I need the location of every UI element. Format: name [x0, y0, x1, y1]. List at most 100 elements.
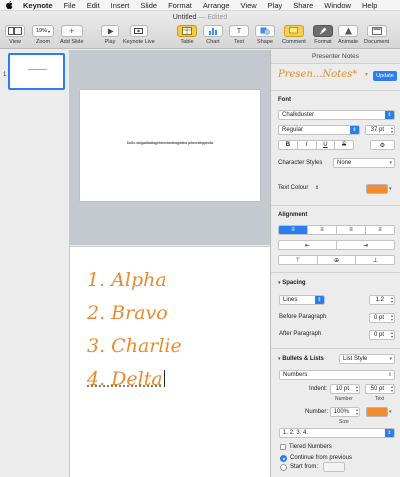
format-button[interactable]: Format [313, 25, 333, 45]
typeface-select[interactable]: Regular ⇕ [278, 125, 360, 135]
before-paragraph-field[interactable]: 0 pt ▴ ▾ [369, 313, 395, 323]
view-button[interactable]: View [5, 25, 25, 45]
font-size-field[interactable]: 37 pt ▴ ▾ [365, 125, 395, 135]
spacing-section[interactable]: ▾ Spacing [278, 280, 306, 286]
table-button[interactable]: Table [177, 25, 197, 45]
update-button[interactable]: Update [373, 71, 397, 81]
menu-slide[interactable]: Slide [140, 1, 157, 10]
list-style-select[interactable]: List Style ▾ [339, 354, 395, 364]
add-slide-button[interactable]: + Add Slide [60, 25, 84, 45]
menu-app-name[interactable]: Keynote [23, 1, 53, 10]
notes-item-selected[interactable]: 4. Delta [87, 366, 182, 399]
menu-edit[interactable]: Edit [87, 1, 100, 10]
menu-arrange[interactable]: Arrange [203, 1, 230, 10]
divider [271, 205, 400, 206]
character-styles-select[interactable]: None ▾ [333, 158, 395, 168]
paragraph-style-name[interactable]: Presen...Notes* [278, 69, 357, 80]
menu-share[interactable]: Share [293, 1, 313, 10]
notes-item[interactable]: 2. Bravo [87, 300, 182, 333]
bullet-type-value: Numbers [283, 372, 308, 378]
spacing-mode-value: Lines [283, 297, 298, 303]
before-paragraph-label: Before Paragraph [279, 314, 327, 320]
align-bottom-icon[interactable]: ⊥ [356, 256, 394, 264]
play-button[interactable]: Play [101, 25, 119, 45]
spacing-mode-select[interactable]: Lines ⇕ [279, 295, 325, 305]
menu-view[interactable]: View [241, 1, 257, 10]
document-title: Untitled [172, 14, 197, 21]
comment-button[interactable]: Comment [282, 25, 306, 45]
bullets-section[interactable]: ▾ Bullets & Lists [278, 356, 324, 362]
slide[interactable]: Dollo dolgadladlaghldemlasthagdaha pllov… [80, 90, 260, 201]
text-button[interactable]: T Text [229, 25, 249, 45]
keynote-live-button[interactable]: Keynote Live [123, 25, 155, 45]
underline-button[interactable]: U [317, 141, 336, 149]
increase-indent-icon[interactable]: ⇥ [337, 241, 394, 249]
zoom-control[interactable]: 19% ▾ Zoom [32, 25, 54, 45]
chevron-down-icon[interactable]: ▾ [389, 407, 395, 417]
chevron-down-icon[interactable]: ▾ [389, 184, 395, 194]
vertical-alignment-segment: ⊤ ⊕ ⊥ [278, 255, 395, 265]
font-section-label: Font [278, 97, 291, 103]
chevron-updown-icon: ⇕ [387, 372, 392, 378]
menu-help[interactable]: Help [362, 1, 377, 10]
menu-format[interactable]: Format [168, 1, 192, 10]
number-format-select[interactable]: 1. 2. 3. 4. ⇕ [279, 428, 395, 438]
chevron-updown-icon: ⇕ [385, 111, 394, 119]
stepper-icon[interactable]: ▴ ▾ [391, 385, 393, 393]
align-center-icon[interactable]: ≡ [308, 226, 337, 234]
text-indent-field[interactable]: 50 pt ▴ ▾ [365, 384, 395, 394]
stepper-icon[interactable]: ▴ ▾ [391, 331, 393, 339]
stepper-icon[interactable]: ▴ ▾ [391, 296, 393, 304]
apple-icon[interactable] [6, 1, 14, 9]
align-right-icon[interactable]: ≡ [337, 226, 366, 234]
chevron-down-icon[interactable]: ▾ [365, 71, 368, 78]
tiered-numbers-checkbox[interactable] [280, 444, 286, 450]
font-size-value: 37 pt [370, 127, 384, 133]
stepper-icon[interactable]: ▴ ▾ [356, 385, 358, 393]
presenter-notes[interactable]: 1. Alpha 2. Bravo 3. Charlie 4. Delta [70, 246, 270, 477]
inspector-tab[interactable]: Presenter Notes [271, 50, 400, 64]
align-justify-icon[interactable]: ≡ [366, 226, 394, 234]
after-paragraph-field[interactable]: 0 pt ▴ ▾ [369, 330, 395, 340]
decrease-indent-icon[interactable]: ⇤ [279, 241, 337, 249]
size-caption: Size [339, 419, 349, 425]
bullet-type-select[interactable]: Numbers ⇕ [279, 370, 395, 380]
format-inspector: Presenter Notes Presen...Notes* ▾ Update… [270, 50, 400, 477]
slide-canvas: Dollo dolgadladlaghldemlasthagdaha pllov… [70, 50, 270, 245]
bold-button[interactable]: B [279, 141, 298, 149]
align-top-icon[interactable]: ⊤ [279, 256, 318, 264]
text-caption: Text [375, 396, 385, 402]
view-icon [8, 27, 22, 35]
align-left-icon[interactable]: ≡ [279, 226, 308, 234]
document-button[interactable]: Document [364, 25, 389, 45]
align-middle-icon[interactable]: ⊕ [318, 256, 357, 264]
line-spacing-field[interactable]: 1.2 ▴ ▾ [369, 295, 395, 305]
menu-play[interactable]: Play [268, 1, 283, 10]
menu-file[interactable]: File [64, 1, 76, 10]
menu-insert[interactable]: Insert [111, 1, 130, 10]
stepper-icon[interactable]: ▴ ▾ [391, 126, 393, 134]
number-caption: Number [335, 396, 353, 402]
text-colour-well[interactable] [366, 184, 388, 194]
chevron-updown-icon[interactable]: ⇕ [315, 185, 319, 191]
number-indent-field[interactable]: 10 pt ▴ ▾ [330, 384, 360, 394]
start-from-field[interactable] [323, 462, 345, 472]
number-size-field[interactable]: 100% ▴ ▾ [330, 407, 360, 417]
shape-button[interactable]: Shape [255, 25, 275, 45]
number-colour-well[interactable] [366, 407, 388, 417]
slide-thumbnail[interactable] [8, 53, 65, 90]
notes-item[interactable]: 3. Charlie [87, 333, 182, 366]
continue-from-previous-radio[interactable] [280, 455, 287, 462]
chart-button[interactable]: Chart [203, 25, 223, 45]
menu-window[interactable]: Window [324, 1, 351, 10]
animate-button[interactable]: Animate [338, 25, 358, 45]
notes-item[interactable]: 1. Alpha [87, 267, 182, 300]
font-family-select[interactable]: Chalkduster ⇕ [278, 110, 395, 120]
stepper-icon[interactable]: ▴ ▾ [391, 314, 393, 322]
stepper-icon[interactable]: ▴ ▾ [356, 408, 358, 416]
strikethrough-button[interactable]: S [335, 141, 353, 149]
start-from-radio[interactable] [280, 464, 287, 471]
advanced-options-menu[interactable]: ⚙ [370, 140, 395, 150]
notes-list: 1. Alpha 2. Bravo 3. Charlie 4. Delta [87, 267, 182, 399]
italic-button[interactable]: I [298, 141, 317, 149]
